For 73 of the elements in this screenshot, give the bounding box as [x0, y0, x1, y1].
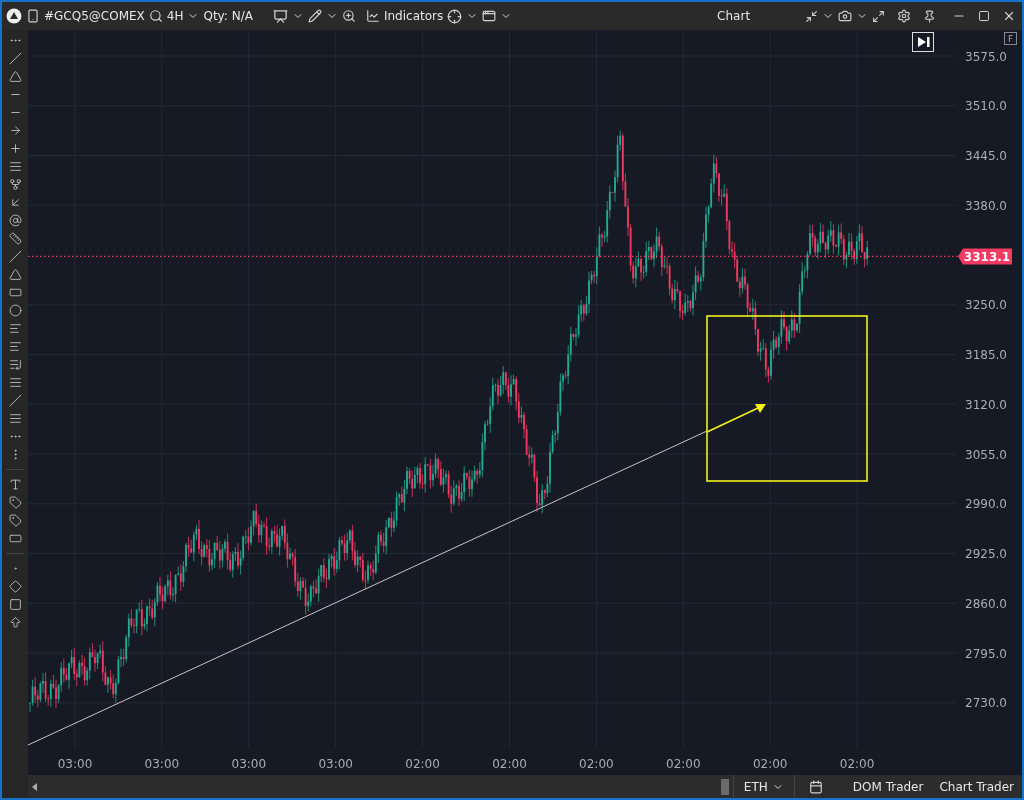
price-label: 2795.0	[965, 646, 1007, 661]
app-logo-icon[interactable]	[6, 8, 22, 24]
price-label: 3055.0	[965, 447, 1007, 462]
camera-icon[interactable]	[838, 9, 852, 23]
spiral-icon[interactable]	[8, 214, 22, 227]
session-label: ETH	[743, 779, 768, 794]
ruler-icon[interactable]	[8, 232, 22, 245]
settings-icon[interactable]	[897, 9, 911, 23]
expand-icon[interactable]	[872, 9, 885, 23]
time-label: 02:00	[839, 757, 875, 771]
arrow-up-icon[interactable]	[8, 616, 22, 629]
time-label: 02:00	[492, 757, 527, 771]
fork-icon[interactable]	[8, 178, 22, 191]
scroll-left-icon[interactable]	[32, 782, 38, 791]
square-icon[interactable]	[8, 598, 22, 611]
symbol-name[interactable]: #GCQ5@COMEX	[44, 9, 145, 23]
circle-icon[interactable]	[8, 304, 22, 317]
line-chart-icon[interactable]	[365, 9, 380, 23]
time-label: 02:00	[579, 757, 614, 771]
price-label: 3120.0	[965, 397, 1007, 412]
panel-button[interactable]: Chart Trader	[931, 775, 1022, 798]
collapse-icon[interactable]	[805, 9, 818, 23]
price-label: 2860.0	[965, 596, 1007, 611]
price-label: 3250.0	[965, 298, 1007, 313]
price-label: 3510.0	[965, 99, 1007, 114]
window-title: Chart	[716, 9, 752, 23]
line-icon[interactable]	[8, 52, 22, 65]
price-label: 2730.0	[965, 696, 1007, 711]
calendar-icon	[808, 779, 823, 794]
search-icon[interactable]	[148, 9, 163, 23]
current-price-tag: 3313.1	[958, 248, 1012, 265]
time-label: 03:00	[57, 757, 93, 771]
quantity-label[interactable]: Qty: N/A	[203, 9, 253, 23]
indicators-button[interactable]: Indicators	[383, 9, 444, 23]
time-label: 03:00	[231, 757, 267, 771]
cross-icon[interactable]	[8, 142, 22, 155]
label-icon[interactable]	[8, 532, 22, 545]
price-label: 2925.0	[965, 547, 1007, 561]
maximize-icon[interactable]	[978, 10, 990, 22]
price-label: 3185.0	[965, 348, 1007, 362]
panel-button[interactable]: DOM Trader	[844, 775, 932, 798]
price-label: 3380.0	[965, 198, 1007, 213]
window-icon[interactable]	[482, 9, 497, 23]
tag-icon[interactable]	[8, 496, 22, 509]
diamond-icon[interactable]	[8, 580, 22, 593]
scrollbar-thumb[interactable]	[720, 778, 729, 795]
f-button[interactable]: F	[1004, 32, 1017, 45]
time-label: 03:00	[144, 757, 180, 771]
arrow-icon[interactable]	[8, 124, 22, 137]
time-label: 03:00	[318, 757, 353, 771]
pin-icon[interactable]	[923, 9, 936, 23]
price-label: 2990.0	[965, 497, 1007, 512]
template-icon[interactable]	[272, 8, 288, 24]
label-icon[interactable]	[8, 514, 22, 527]
price-label: 3575.0	[965, 49, 1007, 64]
pencil-icon[interactable]	[307, 9, 322, 23]
session-selector[interactable]: ETH	[732, 775, 794, 798]
interval-selector[interactable]: 4H	[166, 9, 184, 23]
angle-icon[interactable]	[8, 70, 22, 83]
time-label: 02:00	[666, 757, 701, 771]
rectangle-icon[interactable]	[8, 286, 22, 299]
crosshair-icon[interactable]	[447, 8, 463, 24]
time-label: 02:00	[405, 757, 440, 771]
lines-icon[interactable]	[8, 160, 22, 173]
scroll-to-end-button[interactable]	[912, 32, 934, 52]
highlight-rectangle[interactable]	[706, 315, 868, 482]
close-icon[interactable]	[1002, 9, 1016, 23]
text-icon[interactable]	[8, 478, 22, 491]
time-label: 02:00	[752, 757, 788, 771]
zoom-in-icon[interactable]	[341, 9, 356, 23]
arrow-annotation[interactable]	[706, 404, 766, 433]
price-label: 3445.0	[965, 149, 1007, 163]
triangle-icon[interactable]	[8, 268, 22, 281]
